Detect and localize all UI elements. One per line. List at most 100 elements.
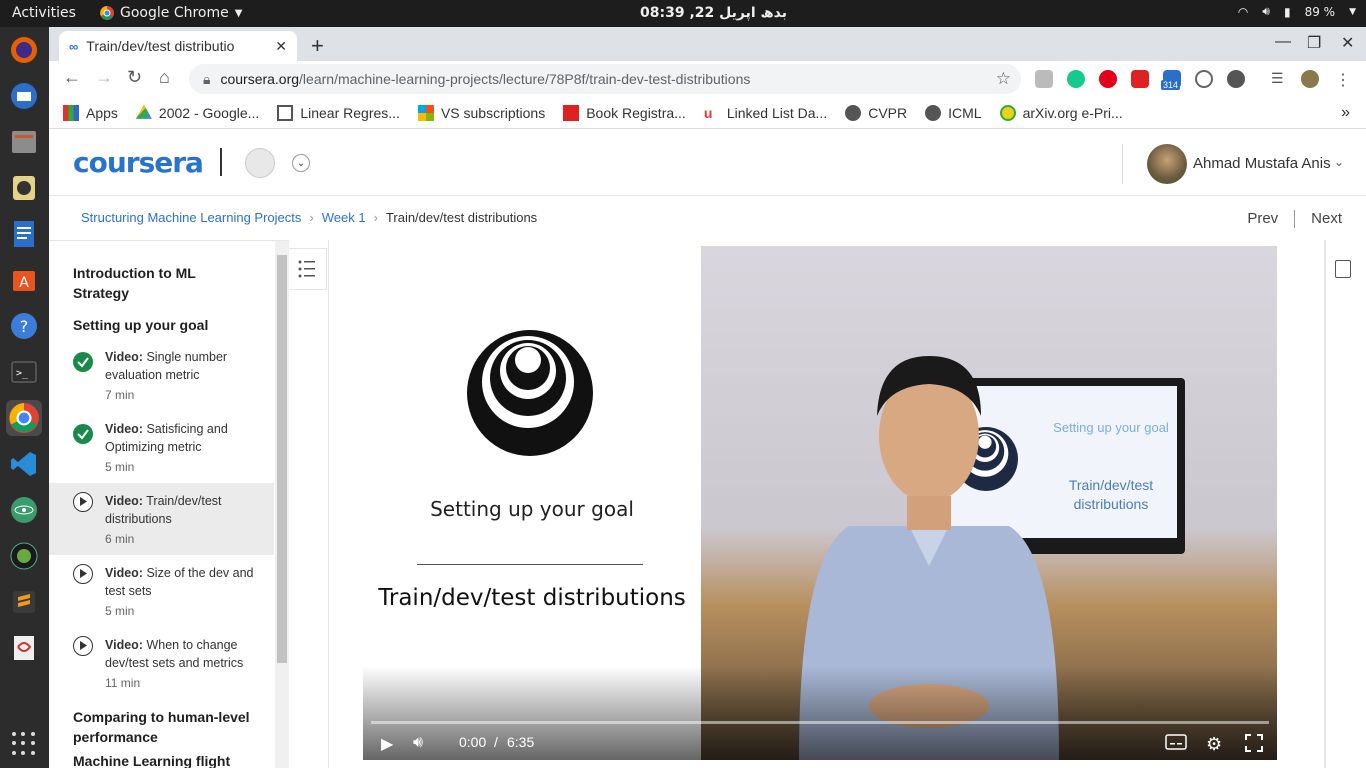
app-menu[interactable]: Google Chrome ▼ <box>100 5 242 21</box>
new-tab-button[interactable]: + <box>311 33 324 59</box>
bookmark-item[interactable]: arXiv.org e-Pri... <box>999 104 1123 121</box>
header-divider <box>1122 144 1123 184</box>
wifi-icon: ◠ <box>1237 4 1249 19</box>
firefox-icon[interactable] <box>6 32 42 68</box>
clock[interactable]: بدھ اپریل 22, 08:39 <box>640 5 787 21</box>
close-icon[interactable]: ✕ <box>275 38 287 55</box>
volume-icon[interactable]: 🔊︎ <box>413 734 423 752</box>
more-menu-icon[interactable]: ⋮ <box>1335 70 1353 89</box>
reload-icon[interactable]: ↻ <box>127 67 142 88</box>
slide-heading: Setting up your goal <box>430 497 634 521</box>
system-tray[interactable]: ◠ 🔊︎ ▮ 89 % ▼ <box>1238 4 1356 19</box>
play-icon[interactable]: ▶ <box>381 734 393 754</box>
close-window-icon[interactable]: ✕ <box>1341 33 1354 53</box>
list-icon <box>298 260 315 278</box>
writer-icon[interactable] <box>6 216 42 252</box>
breadcrumb-week[interactable]: Week 1 <box>322 210 366 225</box>
section-title[interactable]: Machine Learning flight <box>49 751 254 768</box>
rhythmbox-icon[interactable] <box>6 170 42 206</box>
chrome-icon <box>100 6 114 20</box>
sidebar-scrollbar[interactable] <box>275 241 289 768</box>
lesson-item[interactable]: Video: Satisficing and Optimizing metric… <box>49 411 274 483</box>
slide-divider <box>417 564 643 565</box>
play-circle-icon <box>73 564 93 584</box>
adblock-icon[interactable] <box>1099 70 1117 88</box>
minimize-icon[interactable]: — <box>1275 33 1291 51</box>
bookmark-item[interactable]: VS subscriptions <box>417 104 545 121</box>
chrome-icon[interactable] <box>6 400 42 436</box>
address-bar[interactable]: 🔒︎ coursera.org/learn/machine-learning-p… <box>189 64 1021 94</box>
atom-icon[interactable] <box>6 492 42 528</box>
maximize-icon[interactable]: ❐ <box>1307 33 1321 53</box>
chevron-down-icon: ▼ <box>234 7 243 19</box>
activities-button[interactable]: Activities <box>12 5 76 21</box>
lesson-item[interactable]: Video: Size of the dev and test sets 5 m… <box>49 555 274 627</box>
calendar-extension-icon[interactable]: 314 <box>1161 70 1181 90</box>
avatar[interactable] <box>1147 144 1187 184</box>
files-icon[interactable] <box>6 124 42 160</box>
notes-icon[interactable] <box>1335 260 1351 278</box>
profile-avatar-icon[interactable] <box>1301 70 1319 88</box>
browser-tab[interactable]: ∞ Train/dev/test distributio ✕ <box>59 31 297 61</box>
url-path: /learn/machine-learning-projects/lecture… <box>299 71 751 87</box>
lesson-item[interactable]: Video: Single number evaluation metric 7… <box>49 339 274 411</box>
chevron-down-icon[interactable]: ⌄ <box>292 154 310 172</box>
fullscreen-icon[interactable] <box>1245 734 1263 755</box>
grammarly-icon[interactable] <box>1067 70 1085 88</box>
outline-toggle-button[interactable] <box>289 248 327 290</box>
video-player[interactable]: Setting up your goal Train/dev/test dist… <box>363 246 1277 760</box>
help-icon[interactable]: ? <box>6 308 42 344</box>
sublime-text-icon[interactable] <box>6 584 42 620</box>
captions-icon[interactable] <box>1165 734 1187 753</box>
bookmark-item[interactable]: CVPR <box>845 104 907 121</box>
prev-button[interactable]: Prev <box>1247 210 1278 228</box>
section-title[interactable]: Comparing to human-level performance <box>49 707 274 747</box>
lesson-duration: 11 min <box>105 676 141 690</box>
extension-icon[interactable] <box>1035 70 1053 88</box>
lesson-item[interactable]: Video: When to change dev/test sets and … <box>49 627 274 699</box>
home-icon[interactable]: ⌂ <box>159 67 170 88</box>
section-title[interactable]: Setting up your goal <box>49 315 232 335</box>
bookmark-item[interactable]: 2002 - Google... <box>135 104 259 121</box>
user-name[interactable]: Ahmad Mustafa Anis <box>1193 155 1331 172</box>
lesson-item-current[interactable]: Video: Train/dev/test distributions 6 mi… <box>49 483 274 555</box>
back-icon[interactable]: ← <box>63 67 81 88</box>
forward-icon[interactable]: → <box>95 67 113 88</box>
terminal-icon[interactable]: >_ <box>6 354 42 390</box>
battery-icon: ▮ <box>1283 4 1291 19</box>
lesson-duration: 5 min <box>105 460 135 474</box>
bookmarks-overflow-icon[interactable]: » <box>1341 104 1350 122</box>
bookmark-item[interactable]: ICML <box>925 104 982 121</box>
bookmark-item[interactable]: Apps <box>63 104 118 121</box>
document-viewer-icon[interactable] <box>6 630 42 666</box>
bookmark-item[interactable]: Book Registra... <box>563 104 686 121</box>
globe-icon <box>925 104 942 121</box>
time-separator: / <box>494 734 498 750</box>
section-title[interactable]: Introduction to ML Strategy <box>49 263 274 303</box>
pdf-extension-icon[interactable] <box>1131 70 1149 88</box>
completed-check-icon <box>73 352 93 372</box>
circle-extension-icon[interactable] <box>1227 70 1245 88</box>
next-button[interactable]: Next <box>1311 210 1342 228</box>
bookmark-star-icon[interactable]: ☆ <box>996 69 1011 89</box>
show-applications-icon[interactable] <box>12 732 36 756</box>
vscode-icon[interactable] <box>6 446 42 482</box>
user-group-icon[interactable] <box>245 148 275 178</box>
thunderbird-icon[interactable] <box>6 78 42 114</box>
divider <box>328 240 329 768</box>
svg-text:A: A <box>19 275 29 291</box>
settings-gear-icon[interactable]: ⚙ <box>1206 734 1222 755</box>
lesson-duration: 6 min <box>105 532 135 546</box>
bookmark-item[interactable]: u Linked List Da... <box>704 105 827 121</box>
software-center-icon[interactable]: A <box>6 262 42 298</box>
coursera-logo[interactable]: coursera <box>73 146 204 179</box>
video-progress-bar[interactable] <box>371 721 1269 724</box>
media-controls-icon[interactable]: ☰ <box>1271 70 1289 88</box>
cycle-extension-icon[interactable] <box>1195 70 1213 88</box>
scrollbar-thumb[interactable] <box>277 255 287 663</box>
breadcrumb-course[interactable]: Structuring Machine Learning Projects <box>81 210 301 225</box>
bookmark-item[interactable]: Linear Regres... <box>277 104 400 121</box>
spyder-icon[interactable] <box>6 538 42 574</box>
chevron-down-icon[interactable]: ⌄ <box>1334 155 1344 169</box>
completed-check-icon <box>73 424 93 444</box>
